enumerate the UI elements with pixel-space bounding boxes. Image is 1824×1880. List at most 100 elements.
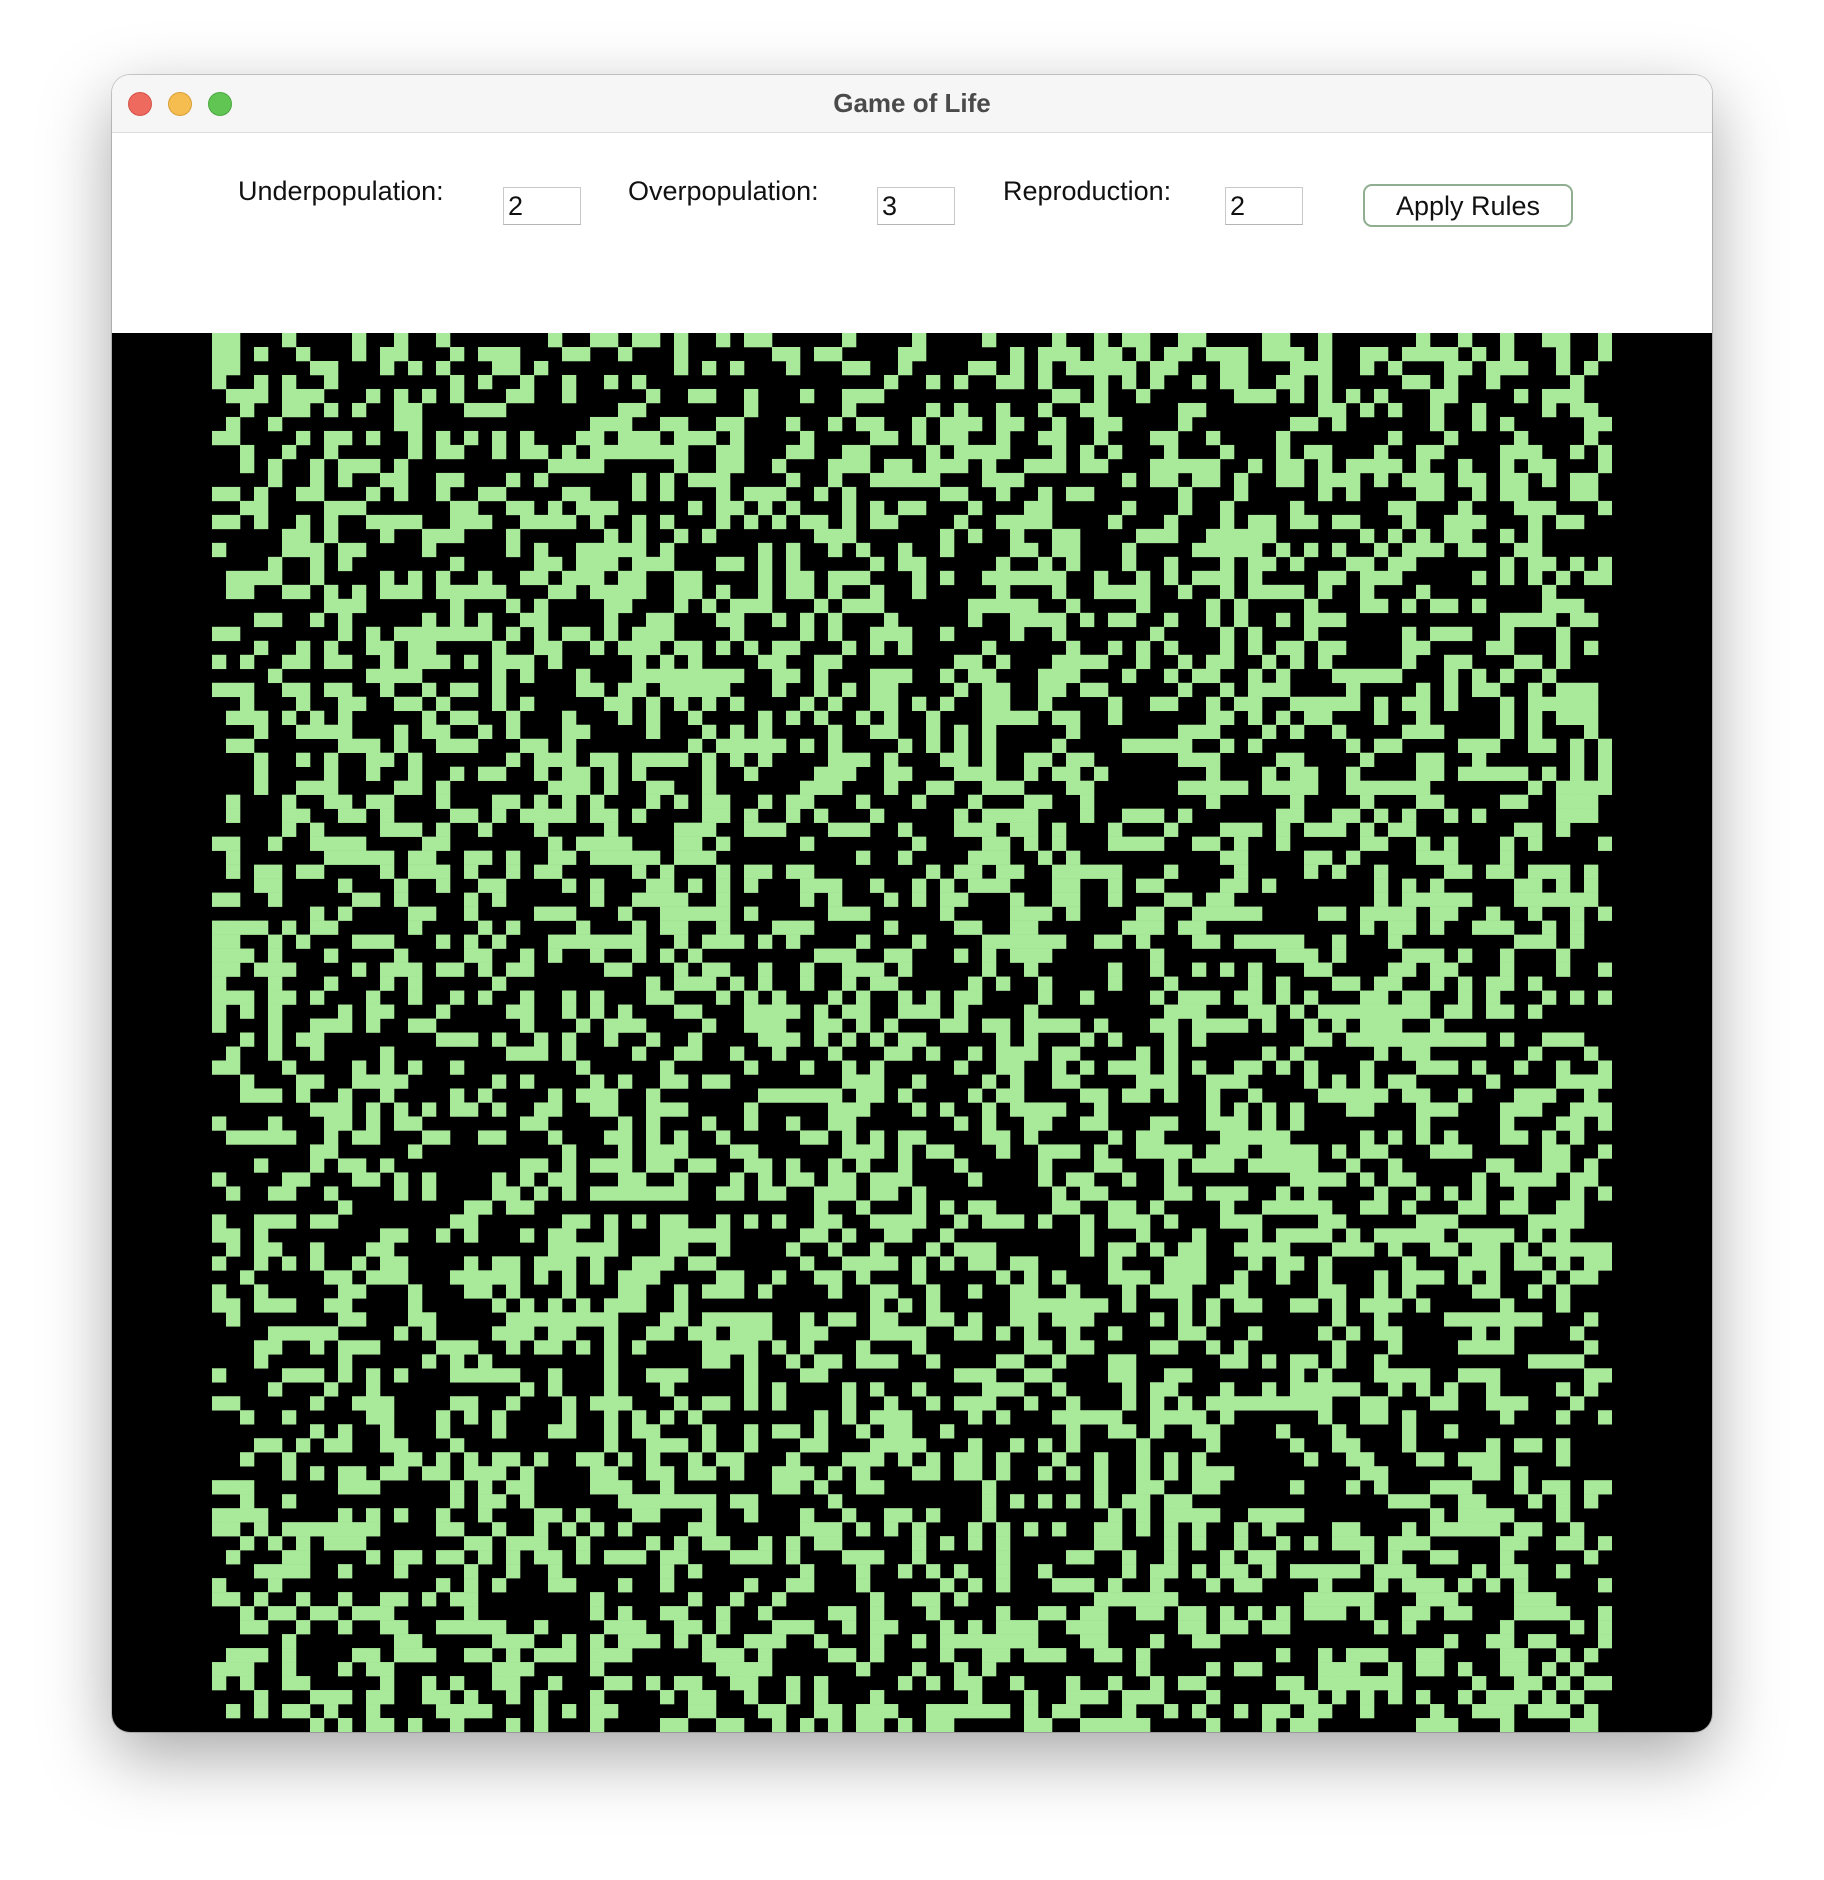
live-cell[interactable] — [1556, 333, 1571, 348]
live-cell[interactable] — [268, 668, 283, 684]
live-cell[interactable] — [814, 682, 829, 698]
live-cell[interactable] — [1430, 1578, 1445, 1593]
live-cell[interactable] — [1038, 934, 1053, 949]
live-cell[interactable] — [1318, 584, 1333, 600]
live-cell[interactable] — [758, 542, 773, 558]
live-cell[interactable] — [1514, 1690, 1529, 1705]
live-cell[interactable] — [702, 808, 717, 823]
live-cell[interactable] — [1164, 1536, 1179, 1551]
live-cell[interactable] — [828, 1018, 843, 1033]
live-cell[interactable] — [618, 584, 633, 600]
live-cell[interactable] — [926, 402, 941, 418]
live-cell[interactable] — [394, 1326, 409, 1341]
live-cell[interactable] — [394, 584, 409, 600]
live-cell[interactable] — [1374, 668, 1389, 684]
live-cell[interactable] — [1388, 822, 1403, 837]
live-cell[interactable] — [730, 934, 745, 949]
live-cell[interactable] — [1276, 430, 1291, 446]
live-cell[interactable] — [1010, 780, 1025, 795]
live-cell[interactable] — [324, 1606, 339, 1621]
live-cell[interactable] — [422, 864, 437, 879]
live-cell[interactable] — [548, 1172, 563, 1187]
live-cell[interactable] — [1514, 878, 1529, 893]
live-cell[interactable] — [268, 990, 283, 1005]
live-cell[interactable] — [1542, 1130, 1557, 1145]
live-cell[interactable] — [1346, 458, 1361, 474]
live-cell[interactable] — [1528, 458, 1543, 474]
live-cell[interactable] — [870, 668, 885, 684]
live-cell[interactable] — [562, 1424, 577, 1439]
live-cell[interactable] — [1290, 416, 1305, 432]
live-cell[interactable] — [1598, 1480, 1612, 1495]
live-cell[interactable] — [1318, 1676, 1333, 1691]
live-cell[interactable] — [842, 514, 857, 530]
live-cell[interactable] — [1122, 1550, 1137, 1565]
live-cell[interactable] — [1444, 1550, 1459, 1565]
live-cell[interactable] — [660, 878, 675, 893]
live-cell[interactable] — [1402, 1284, 1417, 1299]
live-cell[interactable] — [1164, 696, 1179, 712]
live-cell[interactable] — [1514, 1578, 1529, 1593]
live-cell[interactable] — [394, 1172, 409, 1187]
live-cell[interactable] — [1570, 472, 1585, 488]
live-cell[interactable] — [1248, 668, 1263, 684]
live-cell[interactable] — [1080, 1634, 1095, 1649]
live-cell[interactable] — [436, 780, 451, 795]
live-cell[interactable] — [618, 1578, 633, 1593]
live-cell[interactable] — [1360, 1466, 1375, 1481]
live-cell[interactable] — [660, 1606, 675, 1621]
live-cell[interactable] — [646, 892, 661, 907]
live-cell[interactable] — [1444, 1004, 1459, 1019]
live-cell[interactable] — [590, 1088, 605, 1103]
live-cell[interactable] — [786, 1088, 801, 1103]
live-cell[interactable] — [1402, 724, 1417, 740]
live-cell[interactable] — [1598, 1144, 1612, 1159]
live-cell[interactable] — [1486, 976, 1501, 991]
live-cell[interactable] — [464, 1690, 479, 1705]
live-cell[interactable] — [898, 1424, 913, 1439]
live-cell[interactable] — [394, 458, 409, 474]
live-cell[interactable] — [982, 1480, 997, 1495]
live-cell[interactable] — [1556, 808, 1571, 823]
live-cell[interactable] — [1332, 402, 1347, 418]
live-cell[interactable] — [492, 794, 507, 809]
live-cell[interactable] — [492, 878, 507, 893]
live-cell[interactable] — [1346, 388, 1361, 404]
live-cell[interactable] — [1318, 444, 1333, 460]
live-cell[interactable] — [814, 598, 829, 614]
live-cell[interactable] — [1598, 906, 1612, 921]
live-cell[interactable] — [1416, 836, 1431, 851]
live-cell[interactable] — [1052, 668, 1067, 684]
live-cell[interactable] — [996, 780, 1011, 795]
live-cell[interactable] — [492, 1620, 507, 1635]
live-cell[interactable] — [1360, 780, 1375, 795]
live-cell[interactable] — [632, 528, 647, 544]
live-cell[interactable] — [226, 850, 241, 865]
live-cell[interactable] — [366, 668, 381, 684]
live-cell[interactable] — [1346, 1536, 1361, 1551]
live-cell[interactable] — [688, 654, 703, 670]
live-cell[interactable] — [1024, 542, 1039, 558]
live-cell[interactable] — [464, 710, 479, 726]
live-cell[interactable] — [296, 1074, 311, 1089]
live-cell[interactable] — [758, 1186, 773, 1201]
live-cell[interactable] — [1444, 1718, 1459, 1732]
live-cell[interactable] — [632, 402, 647, 418]
live-cell[interactable] — [1402, 626, 1417, 642]
live-cell[interactable] — [1108, 584, 1123, 600]
live-cell[interactable] — [1346, 1662, 1361, 1677]
live-cell[interactable] — [688, 1158, 703, 1173]
live-cell[interactable] — [1472, 598, 1487, 614]
live-cell[interactable] — [590, 1102, 605, 1117]
live-cell[interactable] — [1010, 1298, 1025, 1313]
live-cell[interactable] — [1192, 1676, 1207, 1691]
live-cell[interactable] — [758, 556, 773, 572]
live-cell[interactable] — [1556, 346, 1571, 362]
live-cell[interactable] — [1332, 1004, 1347, 1019]
live-cell[interactable] — [1066, 654, 1081, 670]
live-cell[interactable] — [226, 892, 241, 907]
live-cell[interactable] — [1080, 1214, 1095, 1229]
live-cell[interactable] — [842, 1032, 857, 1047]
live-cell[interactable] — [1010, 1046, 1025, 1061]
live-cell[interactable] — [520, 1662, 535, 1677]
